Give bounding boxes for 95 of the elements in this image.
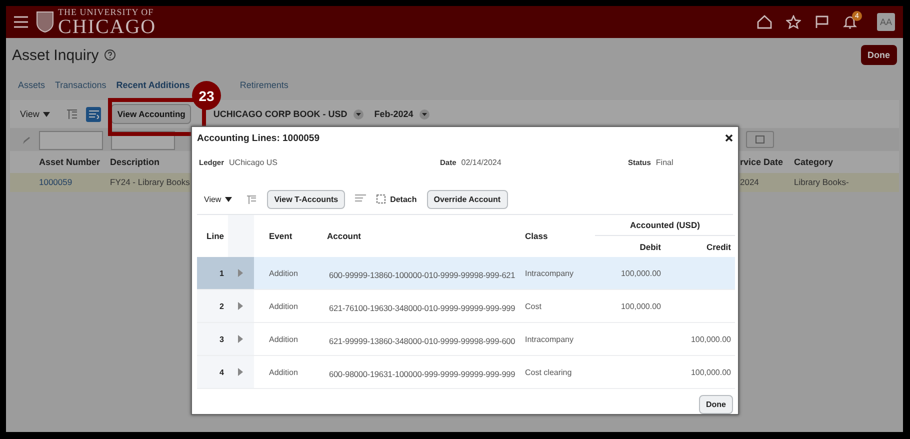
detach-button[interactable]: Detach [376, 194, 417, 204]
toolbar-button[interactable]: Override Account [426, 190, 508, 208]
expand-cell[interactable] [228, 356, 254, 389]
expand-icon [237, 368, 243, 376]
page-title: Asset Inquiry [12, 46, 99, 64]
table-cell: Cost [525, 302, 542, 310]
table-cell: 621-76100-19630-348000-010-9999-99999-999-999 [329, 303, 516, 313]
table-cell: Addition [269, 368, 298, 376]
crest-icon [36, 11, 54, 33]
expand-icon [237, 302, 243, 310]
table-cell: Intracompany [525, 268, 574, 278]
column-header: Description [110, 156, 160, 167]
row-selector[interactable]: 2 [197, 290, 228, 323]
step-badge: 23 [192, 81, 221, 110]
tab[interactable]: Transactions [55, 80, 106, 94]
table-cell: FY24 - Library Books [110, 177, 190, 188]
calendar-button[interactable] [746, 131, 774, 148]
table-cell: Intracompany [525, 334, 574, 344]
view-menu[interactable]: View [204, 194, 222, 204]
table-cell: 100,000.00 [690, 334, 731, 344]
expand-icon [237, 269, 243, 277]
logo-text: THE UNIVERSITY OF [58, 8, 155, 16]
column-header: rvice Date [740, 156, 784, 167]
filter-field[interactable] [39, 131, 103, 150]
star-icon [786, 15, 801, 29]
column-header: Line [206, 230, 225, 243]
expand-cell[interactable] [228, 290, 254, 323]
view-accounting-button[interactable]: View Accounting [111, 104, 192, 124]
column-group-header: Accounted (USD) [595, 215, 735, 236]
table-row[interactable]: 3 Addition 621-99999-13860-348000-010-9999-99998-999-600 Intracompany 100,000.00 [197, 323, 735, 356]
table-icon [88, 110, 99, 118]
table-cell: 100,000.00 [620, 302, 661, 310]
column-header: Account [326, 230, 362, 243]
done-button[interactable]: Done [699, 395, 733, 414]
table-cell: 600-98000-19631-100000-999-9999-99999-999-999 [329, 369, 516, 379]
help-icon [104, 49, 116, 61]
filter-table-icon [355, 194, 366, 204]
tab[interactable]: Recent Additions [116, 80, 190, 94]
column-header: Category [794, 156, 834, 167]
caret-icon [225, 196, 232, 202]
bell-icon [843, 15, 857, 29]
freeze-icon [66, 108, 78, 120]
table-cell: Library Books- [794, 177, 849, 188]
caret-icon [43, 112, 50, 116]
flag-icon [815, 15, 829, 29]
table-row[interactable]: 2 Addition 621-76100-19630-348000-010-9999-99999-999-999 Cost 100,000.00 [197, 290, 735, 323]
toolbar-button[interactable]: View T-Accounts [267, 190, 346, 208]
logo-text: CHICAGO [58, 16, 156, 36]
close-button[interactable] [725, 134, 733, 142]
book-label: UCHICAGO CORP BOOK - USD [213, 109, 348, 119]
freeze-icon [246, 194, 258, 204]
column-header: Credit [705, 240, 732, 254]
done-button[interactable]: Done [860, 45, 897, 65]
line-number: 4 [220, 368, 224, 376]
table-cell: 100,000.00 [690, 368, 731, 376]
column-header: Event [268, 230, 294, 243]
tab[interactable]: Retirements [240, 80, 288, 94]
asset-link[interactable]: 1000059 [39, 177, 72, 188]
line-number: 3 [220, 334, 224, 344]
detach-icon[interactable] [86, 106, 102, 122]
header-cell [228, 215, 254, 257]
field-value: Final [656, 158, 674, 166]
dropdown-icon [353, 108, 364, 120]
table-cell: Addition [269, 334, 298, 344]
line-number: 2 [220, 302, 224, 310]
dropdown-icon [419, 108, 430, 120]
table-row[interactable]: 1 Addition 600-99999-13860-100000-010-9999-99998-999-621 Intracompany 100,000.00 [197, 257, 735, 290]
table-cell: Addition [269, 268, 298, 278]
table-cell: 100,000.00 [620, 268, 661, 278]
table-cell: Addition [269, 302, 298, 310]
row-selector[interactable]: 4 [197, 356, 228, 389]
line-number: 1 [220, 268, 224, 278]
table-cell: Cost clearing [525, 368, 572, 376]
table-cell: 600-99999-13860-100000-010-9999-99998-999-621 [329, 270, 516, 280]
view-menu[interactable]: View [20, 109, 40, 119]
column-header: Debit [638, 240, 662, 254]
column-header: Class [524, 230, 549, 243]
home-icon [757, 15, 772, 29]
field-value: UChicago US [229, 158, 278, 166]
expand-icon [237, 335, 243, 343]
column-header: Asset Number [39, 156, 100, 167]
detach-icon [376, 194, 386, 204]
field-value: 02/14/2024 [461, 158, 502, 166]
pencil-icon [22, 136, 31, 146]
tab[interactable]: Assets [18, 80, 46, 94]
expand-cell[interactable] [228, 323, 254, 356]
row-selector[interactable]: 3 [197, 323, 228, 356]
row-selector[interactable]: 1 [197, 257, 228, 290]
period-label: Feb-2024 [374, 109, 414, 119]
table-cell: 2024 [740, 177, 759, 188]
table-cell: 621-99999-13860-348000-010-9999-99998-999-600 [329, 336, 516, 346]
dialog-title: Accounting Lines: 1000059 [197, 132, 320, 144]
expand-cell[interactable] [228, 257, 254, 290]
table-row[interactable]: 4 Addition 600-98000-19631-100000-999-9999-99999-999-999 Cost clearing 100,000.00 [197, 356, 735, 389]
menu-icon [14, 16, 28, 28]
